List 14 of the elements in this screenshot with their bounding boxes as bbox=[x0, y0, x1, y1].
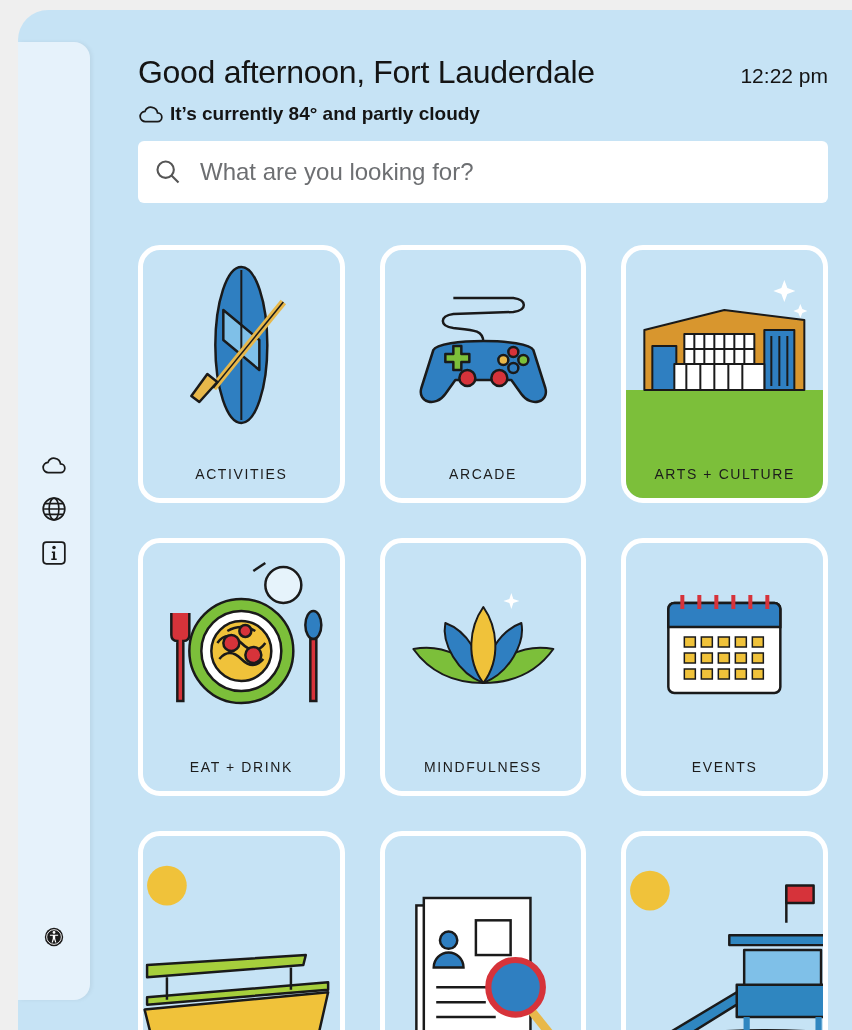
category-tile[interactable]: EVENTS bbox=[621, 538, 828, 796]
greeting-title: Good afternoon, Fort Lauderdale bbox=[138, 54, 595, 91]
accessibility-icon[interactable] bbox=[43, 926, 65, 948]
weather-text: It’s currently 84° and partly cloudy bbox=[170, 103, 480, 125]
category-tile[interactable]: ARTS + CULTURE bbox=[621, 245, 828, 503]
globe-icon[interactable] bbox=[41, 496, 67, 522]
category-tile[interactable]: EAT + DRINK bbox=[138, 538, 345, 796]
cloud-icon bbox=[138, 104, 164, 124]
category-tile[interactable]: ACTIVITIES bbox=[138, 245, 345, 503]
clock-time: 12:22 pm bbox=[740, 64, 828, 88]
search-field[interactable]: What are you looking for? bbox=[138, 141, 828, 203]
category-tile[interactable]: MINDFULNESS bbox=[379, 538, 587, 796]
info-icon[interactable] bbox=[41, 540, 67, 566]
category-tile[interactable]: ARCADE bbox=[379, 245, 587, 503]
